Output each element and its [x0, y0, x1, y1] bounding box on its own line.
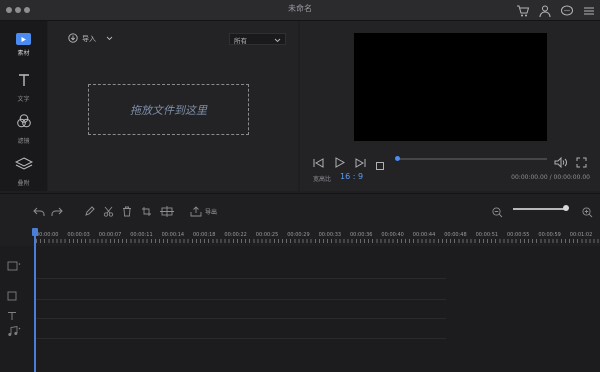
ruler-tick-label: 00:00:29 [287, 232, 310, 238]
adjust-icon[interactable] [160, 202, 174, 221]
volume-icon[interactable] [554, 153, 568, 172]
sidebar-item-text[interactable]: 文字 [0, 66, 47, 108]
sidebar-item-label: 滤镜 [17, 138, 30, 145]
preview-timecode: 00:00:00.00 / 00:00:00.00 [511, 174, 590, 181]
previous-frame-button[interactable] [313, 153, 325, 172]
scissors-icon[interactable] [103, 202, 114, 221]
import-label: 导入 [82, 35, 96, 43]
ruler-tick-label: 00:00:40 [381, 232, 404, 238]
export-icon[interactable] [190, 202, 202, 221]
sidebar-item-filter[interactable]: 滤镜 [0, 108, 47, 150]
sidebar-item-label: 素材 [17, 50, 30, 57]
zoom-slider-knob[interactable] [563, 205, 569, 211]
edit-icon[interactable] [84, 202, 95, 221]
user-icon[interactable] [538, 3, 552, 18]
sidebar-item-label: 叠附 [17, 179, 30, 187]
ruler-tick-label: 00:00:22 [224, 232, 247, 238]
video-track-icon [7, 256, 21, 275]
ruler-tick-label: 00:00:07 [98, 232, 122, 238]
ruler-tick-label: 00:00:44 [412, 232, 436, 238]
aspect-ratio-label: 宽高比 [313, 176, 332, 183]
zoom-out-icon[interactable] [492, 203, 503, 222]
overlay-track-icon [7, 286, 17, 305]
import-button[interactable]: 导入 [68, 33, 113, 45]
track-divider [36, 338, 446, 339]
fullscreen-icon[interactable] [576, 153, 587, 172]
app-window: 未命名 素材 文字 滤镜 叠附 导入 所有 拖放文件到这里 宽高比 16: 9… [0, 0, 600, 372]
ruler-tick-label: 00:00:48 [444, 232, 467, 238]
video-preview [354, 33, 547, 141]
music-track-icon [7, 322, 21, 341]
playback-progress-knob[interactable] [395, 156, 400, 161]
ruler-tick-label: 00:00:33 [318, 232, 342, 238]
overlay-icon [14, 156, 33, 175]
filter-select-value: 所有 [234, 37, 247, 45]
ruler-tick-label: 00:00:14 [161, 232, 185, 238]
trash-icon[interactable] [122, 202, 132, 221]
sidebar-item-overlay[interactable]: 叠附 [0, 150, 47, 192]
track-divider [36, 318, 446, 319]
ruler-tick-label: 00:00:36 [350, 232, 373, 238]
track-divider [36, 278, 446, 279]
aspect-ratio-value[interactable]: 16 : 9 [340, 172, 363, 181]
chat-icon[interactable] [560, 3, 574, 17]
ruler-tick-label: 00:00:00 [36, 232, 59, 238]
menu-icon[interactable] [582, 3, 596, 17]
chevron-down-icon [274, 37, 281, 45]
cart-icon[interactable] [516, 3, 530, 17]
stop-button[interactable] [376, 155, 384, 174]
media-filter-select[interactable]: 所有 [229, 33, 286, 45]
ruler-tick-label: 00:00:18 [193, 232, 216, 238]
ruler-tick-label: 00:01:02 [569, 232, 593, 238]
playhead[interactable] [34, 228, 36, 372]
playhead-handle[interactable] [32, 228, 38, 236]
ruler-tick-label: 00:00:11 [130, 232, 153, 238]
ruler-tick-label: 00:00:51 [475, 232, 499, 238]
zoom-slider-track[interactable] [513, 208, 566, 210]
drop-zone[interactable]: 拖放文件到这里 [88, 84, 249, 135]
ruler-tick-label: 00:00:25 [255, 232, 279, 238]
play-button[interactable] [334, 153, 346, 172]
ruler-tick-label: 00:00:55 [507, 232, 530, 238]
ruler-tick-label: 00:00:03 [67, 232, 90, 238]
timeline-tracks[interactable] [0, 246, 600, 372]
text-icon [18, 72, 30, 91]
sidebar-item-media[interactable]: 素材 [0, 24, 47, 66]
crop-icon[interactable] [141, 202, 152, 221]
export-button[interactable]: 导出 [205, 207, 217, 216]
zoom-in-icon[interactable] [582, 203, 593, 222]
chevron-down-icon [106, 35, 113, 43]
filter-icon [16, 113, 32, 133]
import-icon [68, 33, 78, 45]
undo-icon[interactable] [33, 202, 45, 221]
next-frame-button[interactable] [354, 153, 366, 172]
window-title: 未命名 [288, 4, 312, 13]
media-icon [16, 33, 31, 45]
ruler-ticks [36, 239, 600, 243]
redo-icon[interactable] [51, 202, 63, 221]
drop-hint: 拖放文件到这里 [130, 103, 207, 117]
sidebar-item-label: 文字 [17, 95, 30, 103]
playback-progress-track[interactable] [397, 158, 547, 160]
ruler-tick-label: 00:00:59 [538, 232, 561, 238]
track-divider [36, 299, 446, 300]
